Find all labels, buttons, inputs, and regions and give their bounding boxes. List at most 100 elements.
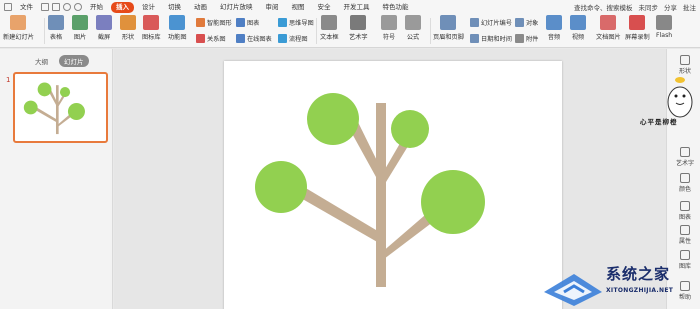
share-button[interactable]: 分享 [664, 2, 677, 12]
presentation-app: 文件 开始 插入 设计 切换 动画 幻灯片放映 审阅 视图 安全 开发工具 特色… [0, 0, 700, 309]
smart-graphic-button[interactable]: 智能图形 [196, 18, 232, 27]
tree-trunk [376, 103, 386, 287]
doc-image-icon [600, 15, 617, 30]
function-chart-icon [169, 15, 186, 30]
menu-bar: 文件 开始 插入 设计 切换 动画 幻灯片放映 审阅 视图 安全 开发工具 特色… [0, 0, 700, 14]
screen-record-icon [629, 15, 646, 30]
table-button[interactable]: 表格 [48, 15, 64, 41]
flow-chart-button[interactable]: 流程图 [278, 34, 308, 43]
online-chart-button[interactable]: 在线图表 [236, 34, 272, 43]
chart-button[interactable]: 图表 [236, 18, 259, 27]
sidebar-item-chart[interactable]: 图表 [670, 201, 700, 221]
branch-lower-left [299, 187, 381, 243]
art-text-panel-icon [680, 147, 690, 157]
picture-button[interactable]: 图片 [72, 15, 88, 41]
shape-button[interactable]: 形状 [120, 15, 136, 41]
formula-icon [405, 15, 421, 30]
audio-icon [546, 15, 562, 30]
audio-button[interactable]: 音频 [546, 15, 562, 41]
new-slide-icon [10, 15, 27, 30]
tab-slides[interactable]: 幻灯片 [59, 55, 89, 67]
comment-button[interactable]: 批注 [683, 2, 696, 12]
picture-icon [72, 15, 88, 30]
tab-developer[interactable]: 开发工具 [339, 2, 375, 13]
screenshot-button[interactable]: 截屏 [96, 15, 112, 41]
flow-chart-icon [278, 34, 287, 43]
header-footer-icon [440, 15, 457, 30]
print-icon[interactable] [52, 3, 60, 11]
tab-features[interactable]: 特色功能 [378, 2, 414, 13]
sidebar-item-properties[interactable]: 属性 [670, 225, 700, 245]
tab-review[interactable]: 审阅 [261, 2, 284, 13]
app-menu-icon[interactable] [4, 3, 12, 11]
leaf-upper-right [391, 110, 429, 148]
symbol-icon [381, 15, 397, 30]
header-footer-button[interactable]: 页眉和页脚 [433, 15, 464, 41]
video-icon [570, 15, 586, 30]
sync-status[interactable]: 未同步 [639, 2, 659, 12]
attachment-button[interactable]: 附件 [515, 34, 538, 43]
function-chart-button[interactable]: 功能图 [168, 15, 187, 41]
tab-outline[interactable]: 大纲 [30, 55, 53, 67]
palette-icon [680, 173, 690, 183]
slides-panel: 大纲 幻灯片 1 [0, 49, 113, 309]
video-button[interactable]: 视频 [570, 15, 586, 41]
sidebar-item-color[interactable]: 颜色 [670, 173, 700, 193]
slide[interactable] [224, 61, 562, 309]
sidebar-item-art-text[interactable]: 艺术字 [670, 147, 700, 167]
formula-button[interactable]: 公式 [405, 15, 421, 41]
mind-map-button[interactable]: 思维导图 [278, 18, 314, 27]
object-button[interactable]: 对象 [515, 18, 538, 27]
slide-number-button[interactable]: 幻灯片编号 [470, 18, 512, 27]
tree-graphic[interactable] [224, 61, 562, 309]
properties-icon [680, 225, 690, 235]
flash-button[interactable]: Flash [656, 15, 672, 39]
table-icon [48, 15, 64, 30]
watermark-url: XITONGZHIJIA.NET [606, 287, 674, 294]
slide-number: 1 [6, 76, 11, 84]
art-text-button[interactable]: 艺术字 [349, 15, 368, 41]
leaf-upper-left [307, 93, 359, 145]
object-icon [515, 18, 524, 27]
leaf-lower-right [421, 170, 485, 234]
tab-insert[interactable]: 插入 [111, 1, 134, 13]
screen-record-button[interactable]: 屏幕录制 [625, 15, 650, 41]
tab-start[interactable]: 开始 [85, 2, 108, 13]
gallery-icon [680, 250, 690, 260]
mind-map-icon [278, 18, 287, 27]
slide-number-icon [470, 18, 479, 27]
thumbnail-tree-graphic [23, 82, 85, 135]
smart-graphic-icon [196, 18, 205, 27]
search-command[interactable]: 查找命令、搜索模板 [574, 2, 633, 12]
save-icon[interactable] [41, 3, 49, 11]
tab-animation[interactable]: 动画 [189, 2, 212, 13]
relation-icon [196, 34, 205, 43]
watermark-title: 系统之家 [606, 265, 671, 283]
tab-design[interactable]: 设计 [137, 2, 160, 13]
icon-library-button[interactable]: 图标库 [142, 15, 161, 41]
datetime-button[interactable]: 日期和时间 [470, 34, 512, 43]
tab-slideshow[interactable]: 幻灯片放映 [215, 2, 258, 13]
icon-library-icon [143, 15, 160, 30]
textbox-button[interactable]: 文本框 [320, 15, 339, 41]
tab-transition[interactable]: 切换 [163, 2, 186, 13]
tab-view[interactable]: 视图 [287, 2, 310, 13]
chart-icon [236, 18, 245, 27]
doc-image-button[interactable]: 文档图片 [596, 15, 621, 41]
symbol-button[interactable]: 符号 [381, 15, 397, 41]
textbox-icon [321, 15, 338, 30]
slide-thumbnail[interactable] [13, 72, 108, 143]
new-slide-button[interactable]: 新建幻灯片 [3, 15, 34, 41]
leaf-lower-left [255, 161, 307, 213]
tab-security[interactable]: 安全 [313, 2, 336, 13]
undo-icon[interactable] [63, 3, 71, 11]
calendar-icon [470, 34, 479, 43]
relation-chart-button[interactable]: 关系图 [196, 34, 226, 43]
menu-file[interactable]: 文件 [15, 2, 38, 13]
scissors-icon [96, 15, 112, 30]
shape-icon [120, 15, 136, 30]
chart-panel-icon [680, 201, 690, 211]
paperclip-icon [515, 34, 524, 43]
shape-panel-icon [680, 55, 690, 65]
redo-icon[interactable] [74, 3, 82, 11]
